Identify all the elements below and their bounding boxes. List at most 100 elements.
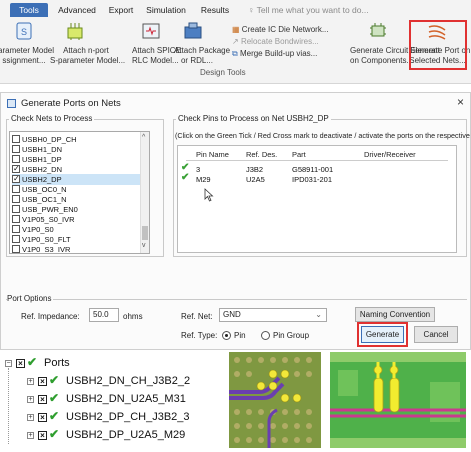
pcb-view-left (229, 352, 321, 448)
expand-icon[interactable]: + (27, 414, 34, 421)
net-checkbox[interactable] (12, 145, 20, 153)
naming-convention-button[interactable]: Naming Convention (355, 307, 435, 322)
pins-table: Pin Name Ref. Des. Part Driver/Receiver … (177, 145, 457, 253)
tree-item-port[interactable]: USBH2_DP_U2A5_M29 (66, 427, 185, 443)
merge-buildup-vias-button[interactable]: ⧉ Merge Build-up vias... (232, 49, 317, 59)
attach-package-button[interactable]: Attach Package or RDL... (174, 46, 230, 66)
net-checkbox[interactable] (12, 235, 20, 243)
port-checkbox-icon[interactable]: × (38, 395, 47, 404)
ref-net-value: GND (223, 310, 241, 319)
nport-model-icon (65, 22, 85, 40)
col-part: Part (292, 150, 306, 159)
pcb-zoom-image (330, 352, 466, 448)
col-pin-name: Pin Name (196, 150, 229, 159)
pin-name-cell: 3 (196, 165, 201, 174)
attach-spice-button[interactable]: Attach SPICE RLC Model... (132, 46, 181, 66)
generate-highlight (357, 322, 408, 347)
scroll-up-icon[interactable]: ^ (142, 134, 145, 141)
ports-tree: − × ✔ Ports + × ✔ USBH2_DN_CH_J3B2_2 + ×… (0, 352, 215, 452)
mouse-cursor-icon (204, 188, 214, 204)
bondwire-icon: ↗ (232, 37, 239, 46)
port-checkbox-icon[interactable]: × (38, 431, 47, 440)
table-header-divider (186, 160, 448, 161)
tree-item-port[interactable]: USBH2_DN_U2A5_M31 (66, 391, 186, 407)
ref-impedance-input[interactable]: 50.0 (89, 308, 119, 322)
dialog-title: Generate Ports on Nets (21, 98, 121, 109)
net-checkbox[interactable] (12, 155, 20, 163)
scroll-down-icon[interactable]: v (142, 242, 146, 249)
ref-net-select[interactable]: GND ⌄ (219, 308, 327, 322)
generate-circuit-element-button[interactable]: Generate Circuit Element on Components..… (350, 46, 440, 66)
close-icon[interactable]: × (457, 95, 464, 109)
check-icon: ✔ (27, 355, 38, 369)
relocate-bondwires-button[interactable]: ↗ Relocate Bondwires... (232, 37, 319, 47)
net-name: USBH1_DP (22, 155, 62, 164)
cancel-button[interactable]: Cancel (414, 326, 458, 343)
port-checkbox-icon[interactable]: × (38, 413, 47, 422)
net-list-item[interactable]: V1P0_S3_IVR (12, 244, 140, 254)
pins-hint: (Click on the Green Tick / Red Cross mar… (175, 131, 471, 140)
design-tools-group-label: Design Tools (200, 68, 246, 77)
tab-export[interactable]: Export (102, 3, 140, 17)
scroll-thumb[interactable] (142, 226, 148, 240)
net-checkbox[interactable] (12, 135, 20, 143)
net-checkbox[interactable] (12, 195, 20, 203)
parameter-model-button[interactable]: arameter Model ssignment... (0, 46, 54, 66)
net-checkbox[interactable] (12, 225, 20, 233)
part-cell: G58911-001 (292, 165, 334, 174)
net-checkbox[interactable] (12, 215, 20, 223)
pcb-layout-image (229, 352, 321, 448)
nets-list[interactable]: USBH0_DP_CHUSBH1_DNUSBH1_DPUSBH2_DNUSBH2… (9, 131, 150, 254)
check-icon: ✔ (49, 427, 60, 441)
port-checkbox-icon[interactable]: × (38, 377, 47, 386)
tree-guide-line (8, 368, 9, 444)
net-checkbox[interactable] (12, 205, 20, 213)
net-name: USBH2_DN (22, 165, 63, 174)
net-name: V1P0_S0 (22, 225, 54, 234)
tell-me-search[interactable]: ♀ Tell me what you want to do... (248, 3, 408, 17)
check-icon: ✔ (49, 409, 60, 423)
chevron-down-icon: ⌄ (315, 310, 322, 319)
tab-advanced[interactable]: Advanced (52, 3, 102, 17)
tree-item-port[interactable]: USBH2_DN_CH_J3B2_2 (66, 373, 190, 389)
net-checkbox[interactable] (12, 185, 20, 193)
net-name: USB_OC1_N (22, 195, 67, 204)
col-driver-receiver: Driver/Receiver (364, 150, 416, 159)
create-ic-die-button[interactable]: ▦ Create IC Die Network... (232, 25, 329, 35)
net-name: USB_OC0_N (22, 185, 67, 194)
ribbon: Tools Advanced Export Simulation Results… (0, 0, 471, 84)
net-name: V1P05_S0_IVR (22, 215, 75, 224)
net-checkbox[interactable] (12, 173, 20, 184)
expand-icon[interactable]: + (27, 378, 34, 385)
net-name: V1P0_S0_FLT (22, 235, 71, 244)
pin-active-tick-icon[interactable]: ✔ (181, 172, 189, 183)
pin-name-cell: M29 (196, 175, 211, 184)
expand-icon[interactable]: + (27, 432, 34, 439)
ref-des-cell: J3B2 (246, 165, 264, 174)
net-name: V1P0_S3_IVR (22, 245, 71, 254)
ref-type-pin-group-radio[interactable] (261, 331, 270, 340)
ribbon-tabs: Tools Advanced Export Simulation Results… (0, 0, 471, 18)
ref-type-pin-label: Pin (234, 331, 246, 340)
net-checkbox[interactable] (12, 245, 20, 253)
tab-tools[interactable]: Tools (10, 3, 48, 17)
tab-simulation[interactable]: Simulation (140, 3, 192, 17)
attach-nport-button[interactable]: Attach n-port S-parameter Model... (50, 46, 125, 66)
ref-type-label: Ref. Type: (181, 331, 218, 340)
check-icon: ✔ (49, 391, 60, 405)
expand-icon[interactable]: + (27, 396, 34, 403)
tab-results[interactable]: Results (193, 3, 237, 17)
ref-net-label: Ref. Net: (181, 312, 213, 321)
tree-item-port[interactable]: USBH2_DP_CH_J3B2_3 (66, 409, 190, 425)
ref-type-pin-radio[interactable] (222, 331, 231, 340)
port-options-divider (6, 299, 467, 300)
tree-root-ports[interactable]: Ports (44, 355, 70, 371)
nets-scrollbar[interactable]: ^ v (140, 132, 149, 253)
net-checkbox[interactable] (12, 163, 20, 174)
merge-vias-icon: ⧉ (232, 49, 238, 58)
ohms-label: ohms (123, 312, 143, 321)
port-checkbox-icon[interactable]: × (16, 359, 25, 368)
net-name: USBH1_DN (22, 145, 63, 154)
collapse-icon[interactable]: − (5, 360, 12, 367)
ref-type-pin-group-label: Pin Group (273, 331, 310, 340)
